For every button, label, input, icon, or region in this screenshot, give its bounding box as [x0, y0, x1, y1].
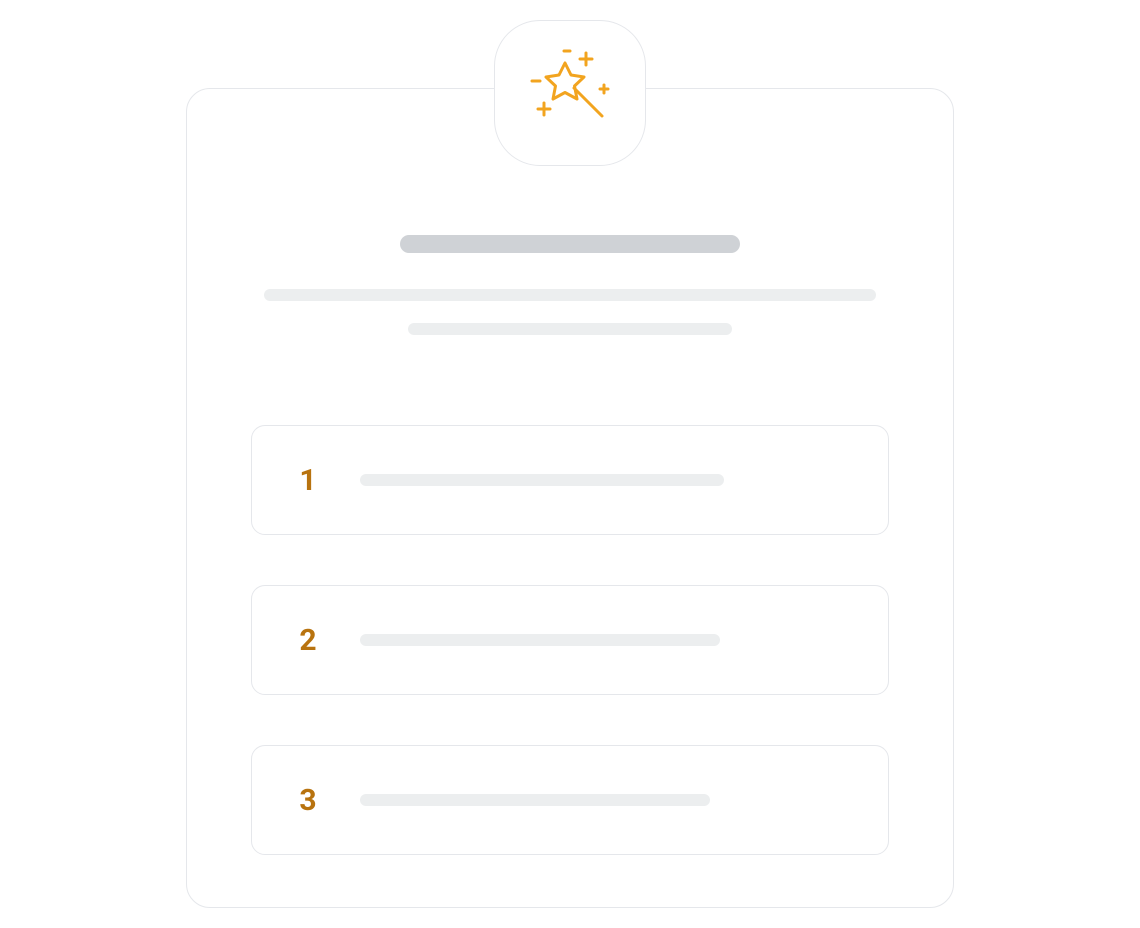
skeleton-line [360, 634, 720, 646]
magic-wand-icon [520, 41, 620, 145]
skeleton-line [360, 794, 710, 806]
step-number: 2 [298, 623, 318, 658]
skeleton-line [360, 474, 724, 486]
step-card-2[interactable]: 2 [251, 585, 889, 695]
header-skeleton [250, 235, 890, 335]
skeleton-line [408, 323, 732, 335]
skeleton-title [400, 235, 740, 253]
skeleton-line [264, 289, 876, 301]
step-number: 3 [298, 783, 318, 818]
step-card-1[interactable]: 1 [251, 425, 889, 535]
onboarding-card: 1 2 3 [186, 88, 954, 908]
step-card-3[interactable]: 3 [251, 745, 889, 855]
steps-list: 1 2 3 [251, 425, 889, 855]
step-number: 1 [298, 463, 318, 498]
icon-badge [494, 20, 646, 166]
